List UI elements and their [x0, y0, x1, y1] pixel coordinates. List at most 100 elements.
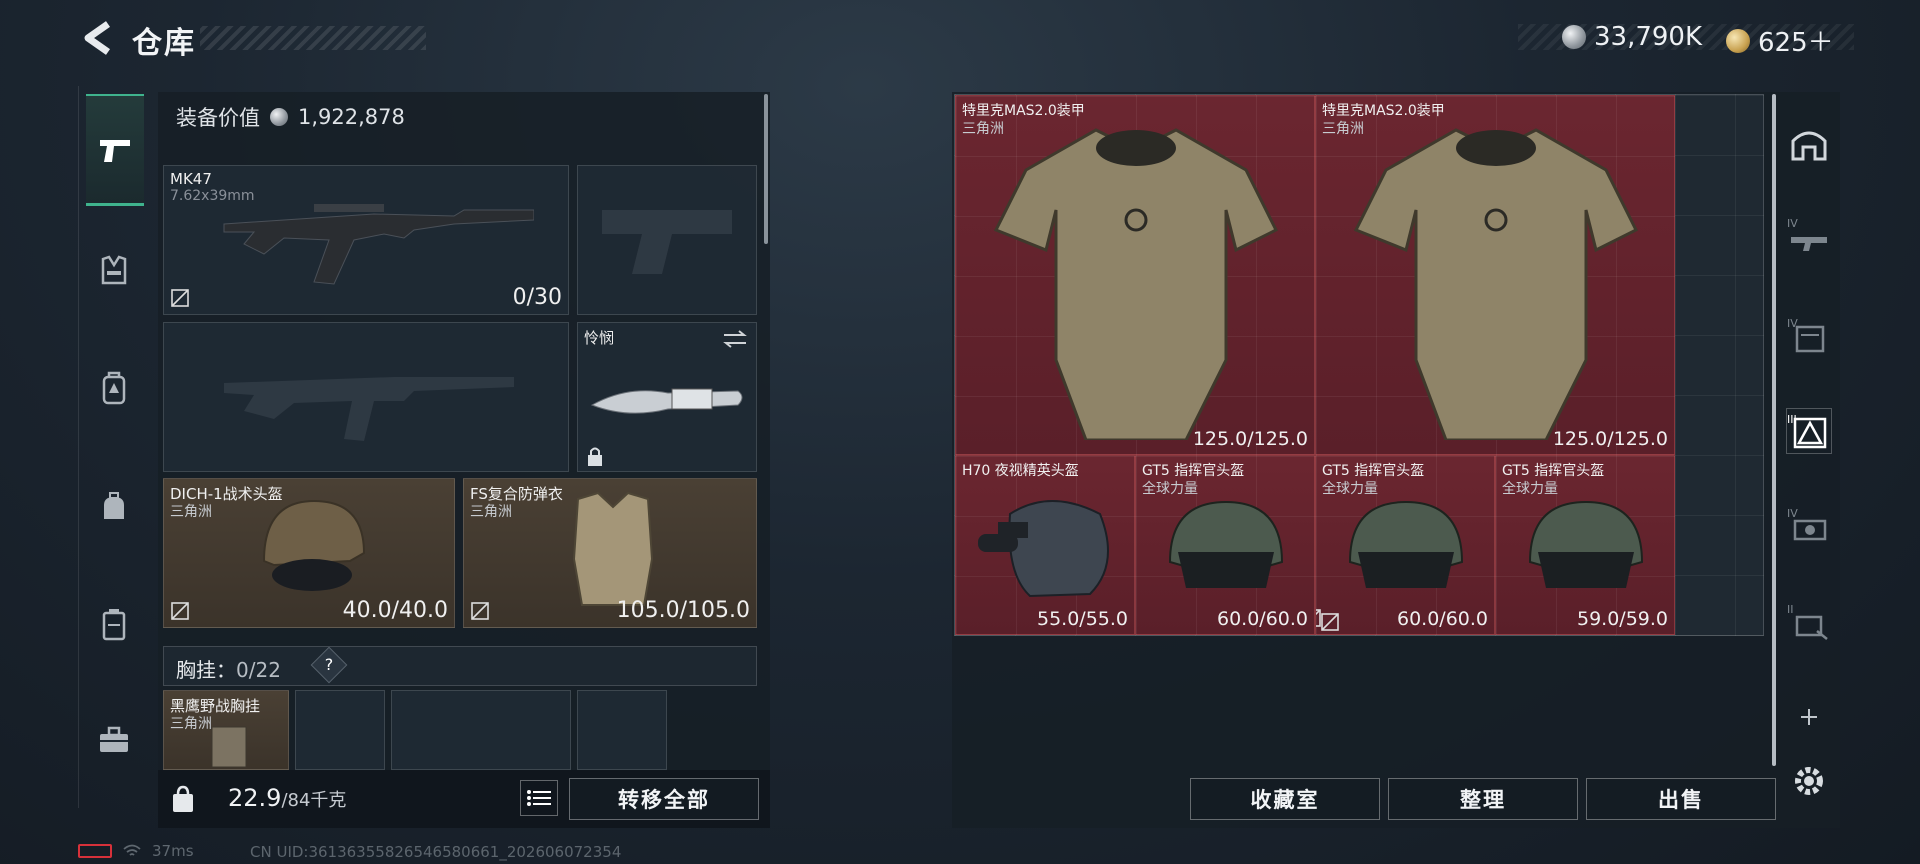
loadout-scrollbar[interactable] — [764, 94, 768, 244]
side-label-1: IV — [1787, 217, 1798, 230]
tab-case[interactable] — [84, 592, 144, 656]
tab-vest[interactable] — [84, 238, 144, 302]
tab-armor[interactable] — [84, 356, 144, 420]
item-durability: 55.0/55.0 — [1036, 608, 1128, 630]
no-insurance-icon — [471, 602, 489, 620]
gold-coin-icon — [1726, 28, 1750, 53]
swap-icon[interactable] — [722, 329, 748, 349]
transfer-all-button[interactable]: 转移全部 — [569, 778, 759, 820]
weapon-name: MK47 — [170, 170, 212, 188]
silver-currency[interactable]: 33,790K — [1562, 22, 1702, 52]
knife-image — [590, 388, 743, 414]
item-durability: 125.0/125.0 — [1552, 428, 1668, 450]
tier-ii-weapon-icon: II — [1787, 603, 1828, 640]
chest-rig-capacity: 0/22 — [236, 658, 281, 682]
player-uid: CN UID:36136355826546580661_202606072354 — [250, 843, 622, 861]
filter-equipment[interactable]: IV — [1786, 312, 1832, 358]
rig-pocket-slot[interactable] — [391, 690, 571, 770]
toolbox-icon — [100, 726, 128, 752]
commander-helmet-image — [1348, 500, 1464, 588]
back-arrow-icon[interactable] — [80, 18, 114, 58]
item-name: GT5 指挥官头盔 — [1502, 463, 1605, 479]
storage-item-helmet[interactable]: GT5 指挥官头盔 全球力量 60.0/60.0 — [1315, 455, 1495, 635]
item-name: GT5 指挥官头盔 — [1322, 463, 1425, 479]
helmet-slot[interactable]: DICH-1战术头盔 三角洲 40.0/40.0 — [163, 478, 455, 628]
helmet-image — [262, 499, 366, 591]
no-insurance-icon — [171, 289, 189, 307]
settings-icon — [1795, 767, 1823, 795]
help-icon[interactable]: ? — [316, 652, 342, 678]
filter-misc[interactable]: II — [1786, 598, 1832, 644]
rig-pocket-slot[interactable] — [577, 690, 667, 770]
side-label-4: IV — [1787, 507, 1798, 520]
status-bar: 37ms — [78, 842, 194, 860]
armor-slot[interactable]: FS复合防弹衣 三角洲 105.0/105.0 — [463, 478, 757, 628]
tab-weapons[interactable] — [86, 94, 144, 206]
settings-button[interactable] — [1786, 758, 1832, 804]
tier-iv-vest-icon: IV — [1787, 317, 1825, 353]
secondary-weapon-slot-empty[interactable] — [163, 322, 569, 472]
storage-item-helmet[interactable]: GT5 指挥官头盔 全球力量 59.0/59.0 — [1495, 455, 1675, 635]
ping-value: 37ms — [152, 842, 194, 860]
storage-item-helmet[interactable]: H70 夜视精英头盔 55.0/55.0 — [955, 455, 1135, 635]
sidearm-slot-empty[interactable] — [577, 165, 757, 315]
chest-rig-label: 胸挂：0/22 — [176, 654, 281, 683]
chest-rig-slot[interactable]: 黑鹰野战胸挂 三角洲 — [163, 690, 289, 770]
armor-bag-icon — [102, 371, 126, 405]
carry-weight: 22.9/84千克 — [228, 784, 346, 812]
no-insurance-icon — [1321, 613, 1339, 631]
carry-weight-max: /84千克 — [281, 790, 347, 811]
filter-weapons[interactable]: IV — [1786, 212, 1832, 258]
tab-toolbox[interactable] — [84, 708, 144, 772]
side-label-5: II — [1787, 603, 1794, 616]
item-durability: 59.0/59.0 — [1576, 608, 1668, 630]
rifle-silhouette-icon — [224, 377, 514, 441]
battery-icon — [78, 844, 112, 858]
weapon-ammo: 0/30 — [512, 285, 562, 310]
helmet-source: 三角洲 — [170, 504, 212, 520]
tier-iv-gear-icon: IV — [1787, 507, 1827, 541]
storage-scrollbar[interactable] — [1772, 94, 1776, 766]
sort-button[interactable]: 整理 — [1388, 778, 1578, 820]
list-view-button[interactable] — [520, 780, 558, 816]
gold-currency[interactable]: 625＋ — [1726, 22, 1834, 59]
helmet-durability: 40.0/40.0 — [342, 598, 448, 623]
night-vision-helmet-image — [978, 500, 1109, 598]
armor-source: 三角洲 — [470, 504, 512, 520]
item-durability: 125.0/125.0 — [1192, 428, 1308, 450]
storage-item-helmet[interactable]: GT5 指挥官头盔 全球力量 60.0/60.0 — [1135, 455, 1315, 635]
title-decoration — [200, 26, 426, 50]
carry-weight-value: 22.9 — [228, 784, 282, 812]
commander-helmet-image — [1528, 500, 1644, 588]
wifi-icon — [123, 844, 141, 856]
storage-item-armor[interactable]: 特里克MAS2.0装甲 三角洲 125.0/125.0 — [955, 95, 1315, 455]
filter-all[interactable] — [1786, 120, 1832, 166]
silver-coin-icon — [270, 108, 288, 126]
armor-image — [1353, 128, 1639, 440]
primary-weapon-slot[interactable]: MK47 7.62x39mm 0/30 — [163, 165, 569, 315]
chest-rig-label-text: 胸挂： — [176, 658, 236, 682]
armor-durability: 105.0/105.0 — [616, 598, 750, 623]
pistol-silhouette-icon — [602, 210, 732, 274]
item-durability: 60.0/60.0 — [1396, 608, 1488, 630]
item-name: H70 夜视精英头盔 — [962, 463, 1079, 479]
rig-pocket-slot[interactable] — [295, 690, 385, 770]
filter-armor-active[interactable]: III — [1786, 408, 1832, 454]
collection-room-button[interactable]: 收藏室 — [1190, 778, 1380, 820]
list-icon — [527, 790, 551, 806]
sell-button[interactable]: 出售 — [1586, 778, 1776, 820]
add-storage-button[interactable] — [1786, 694, 1832, 740]
case-icon — [102, 609, 126, 641]
silver-currency-value: 33,790K — [1594, 22, 1703, 52]
armor-image — [993, 128, 1279, 440]
lock-icon — [588, 447, 602, 466]
vest-icon — [101, 255, 127, 285]
weapon-caliber: 7.62x39mm — [170, 188, 255, 204]
silver-coin-icon — [1562, 25, 1586, 49]
pistol-icon — [100, 139, 130, 162]
storage-item-armor[interactable]: 特里克MAS2.0装甲 三角洲 125.0/125.0 — [1315, 95, 1675, 455]
tab-backpack[interactable] — [84, 474, 144, 538]
filter-gear[interactable]: IV — [1786, 502, 1832, 548]
melee-slot[interactable]: 怜悯 — [577, 322, 757, 472]
page-title: 仓库 — [132, 26, 196, 61]
